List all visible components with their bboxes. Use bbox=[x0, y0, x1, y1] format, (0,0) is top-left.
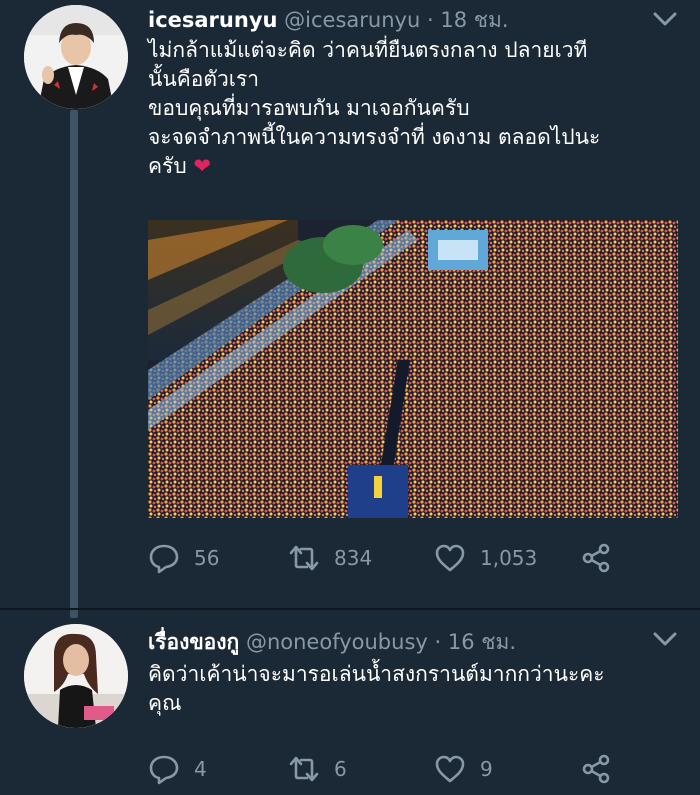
tweet-text-fragment: ครับ bbox=[148, 154, 187, 178]
retweet-icon bbox=[289, 756, 319, 782]
like-count: 1,053 bbox=[480, 546, 538, 570]
chevron-down-icon[interactable] bbox=[652, 10, 678, 28]
tweet-header: เรื่องของกู @noneofyoubusy · 16 ชม. bbox=[148, 626, 516, 659]
share-icon bbox=[582, 543, 610, 573]
retweet-icon bbox=[289, 545, 319, 571]
tweet-text-line: คิดว่าเค้าน่าจะมารอเล่นน้ำสงกรานต์มากกว่… bbox=[148, 662, 605, 686]
separator: · bbox=[434, 630, 442, 654]
separator: · bbox=[426, 8, 434, 32]
tweet[interactable]: เรื่องของกู @noneofyoubusy · 16 ชม. คิดว… bbox=[0, 610, 700, 795]
retweet-count: 6 bbox=[334, 757, 347, 781]
like-button[interactable]: 1,053 bbox=[434, 541, 537, 575]
tweet-header: icesarunyu @icesarunyu · 18 ชม. bbox=[148, 4, 509, 37]
tweet-text-line: นั้นคือตัวเรา bbox=[148, 67, 260, 91]
like-icon bbox=[435, 544, 465, 572]
tweet-actions: 4 6 9 bbox=[148, 752, 628, 786]
tweet-text-line-last: ครับ ❤ bbox=[148, 152, 688, 181]
heart-emoji: ❤ bbox=[193, 154, 211, 178]
retweet-button[interactable]: 6 bbox=[288, 752, 347, 786]
reply-button[interactable]: 56 bbox=[148, 541, 219, 575]
share-button[interactable] bbox=[580, 541, 612, 575]
chevron-down-icon[interactable] bbox=[652, 630, 678, 648]
avatar[interactable] bbox=[24, 624, 128, 728]
like-count: 9 bbox=[480, 757, 493, 781]
reply-count: 4 bbox=[194, 757, 207, 781]
user-handle[interactable]: @noneofyoubusy bbox=[246, 630, 428, 654]
tweet-media-image[interactable] bbox=[148, 220, 678, 518]
reply-button[interactable]: 4 bbox=[148, 752, 207, 786]
display-name[interactable]: icesarunyu bbox=[148, 8, 277, 32]
tweet-text-line: ไม่กล้าแม้แต่จะคิด ว่าคนที่ยืนตรงกลาง ปล… bbox=[148, 38, 588, 62]
like-button[interactable]: 9 bbox=[434, 752, 493, 786]
retweet-count: 834 bbox=[334, 546, 373, 570]
tweet-actions: 56 834 1,053 bbox=[148, 541, 628, 575]
reply-icon bbox=[149, 755, 179, 785]
timestamp[interactable]: 18 ชม. bbox=[440, 8, 508, 32]
avatar[interactable] bbox=[24, 5, 128, 109]
share-icon bbox=[582, 754, 610, 784]
timestamp[interactable]: 16 ชม. bbox=[448, 630, 516, 654]
tweet[interactable]: icesarunyu @icesarunyu · 18 ชม. ไม่กล้าแ… bbox=[0, 0, 700, 610]
retweet-button[interactable]: 834 bbox=[288, 541, 372, 575]
user-handle[interactable]: @icesarunyu bbox=[284, 8, 420, 32]
tweet-text-line: จะจดจำภาพนี้ในความทรงจำที่ งดงาม ตลอดไปน… bbox=[148, 125, 601, 149]
tweet-text-line: ขอบคุณที่มารอพบกัน มาเจอกันครับ bbox=[148, 96, 470, 120]
display-name[interactable]: เรื่องของกู bbox=[148, 630, 239, 654]
tweet-text: ไม่กล้าแม้แต่จะคิด ว่าคนที่ยืนตรงกลาง ปล… bbox=[148, 36, 688, 181]
share-button[interactable] bbox=[580, 752, 612, 786]
tweet-text: คิดว่าเค้าน่าจะมารอเล่นน้ำสงกรานต์มากกว่… bbox=[148, 660, 688, 718]
reply-icon bbox=[149, 544, 179, 574]
reply-count: 56 bbox=[194, 546, 220, 570]
tweet-text-line: คุณ bbox=[148, 691, 182, 715]
like-icon bbox=[435, 755, 465, 783]
